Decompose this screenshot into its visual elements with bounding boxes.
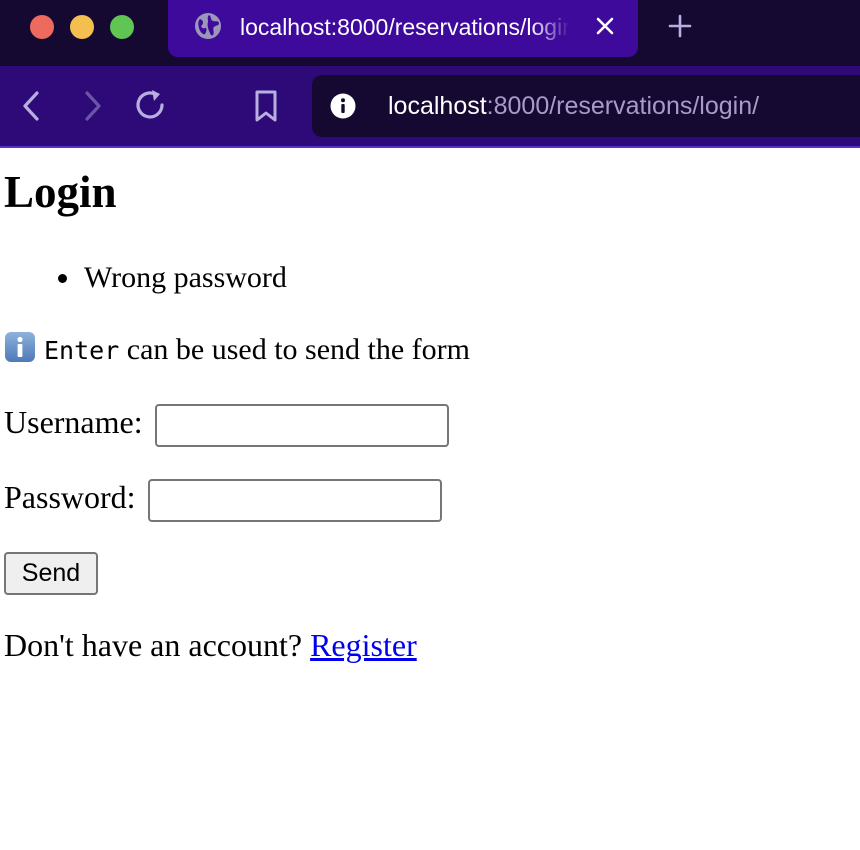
hint-text: can be used to send the form <box>119 333 470 366</box>
page-content: Login Wrong password Enter can be used t… <box>0 148 860 850</box>
globe-icon <box>195 13 221 39</box>
forward-icon[interactable] <box>74 88 110 124</box>
url-host: localhost <box>388 92 487 120</box>
navigation-bar: localhost:8000/reservations/login/ <box>0 66 860 148</box>
url-text[interactable]: localhost:8000/reservations/login/ <box>388 90 759 122</box>
enter-key-label: Enter <box>44 336 120 365</box>
plus-icon[interactable] <box>667 13 693 39</box>
error-list: Wrong password <box>58 258 287 298</box>
send-button[interactable]: Send <box>4 552 98 595</box>
active-tab[interactable]: localhost:8000/reservations/login/ <box>168 0 638 57</box>
maximize-window-button[interactable] <box>110 15 134 39</box>
reload-icon[interactable] <box>133 88 169 124</box>
register-prompt-text: Don't have an account? <box>4 627 311 663</box>
password-row: Password: <box>4 475 442 523</box>
register-link[interactable]: Register <box>310 627 417 663</box>
info-emoji-icon <box>5 332 35 362</box>
info-icon[interactable] <box>330 93 356 119</box>
enter-hint: Enter can be used to send the form <box>4 328 470 373</box>
bookmark-icon[interactable] <box>248 88 284 124</box>
close-window-button[interactable] <box>30 15 54 39</box>
back-icon[interactable] <box>14 88 50 124</box>
username-row: Username: <box>4 400 449 448</box>
password-label: Password: <box>4 479 136 515</box>
url-path: :8000/reservations/login/ <box>486 92 760 120</box>
minimize-window-button[interactable] <box>70 15 94 39</box>
password-field[interactable] <box>147 479 442 523</box>
username-label: Username: <box>4 404 143 440</box>
page-title: Login <box>4 167 117 217</box>
tab-bar: localhost:8000/reservations/login/ <box>0 0 860 66</box>
address-bar[interactable]: localhost:8000/reservations/login/ <box>312 75 860 137</box>
username-field[interactable] <box>154 404 449 448</box>
error-message: Wrong password <box>58 258 287 298</box>
register-prompt: Don't have an account? Register <box>4 623 417 667</box>
tab-title: localhost:8000/reservations/login/ <box>240 14 570 40</box>
close-icon[interactable] <box>594 15 616 37</box>
